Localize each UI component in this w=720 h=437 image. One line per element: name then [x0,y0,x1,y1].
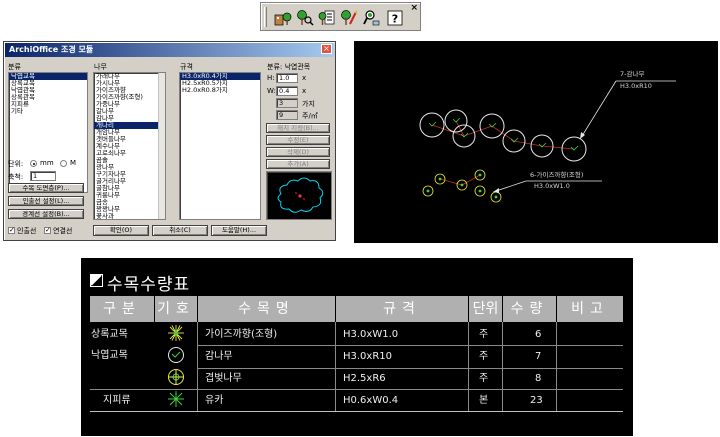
width-field[interactable]: 0.4 [276,86,298,96]
tree-layer-button[interactable]: 수목 도면층(P)... [8,183,84,193]
svg-text:?: ? [391,12,397,25]
dialog-title: ArchiOffice 조경 모듈 [5,43,334,57]
building-tree-icon[interactable] [272,7,293,28]
help-icon[interactable]: ? [384,7,405,28]
header-category: 구분 [90,296,154,322]
tree-paint-icon[interactable] [338,7,359,28]
row2-name: 감나무 [205,351,233,362]
cancel-button[interactable]: 취소(C) [152,225,208,236]
landscape-toolbar: ? × [260,2,421,31]
toolbar-close-button[interactable]: × [410,3,418,13]
tree-label: 나무 [94,63,107,71]
height-field[interactable]: 1.0 [276,73,298,83]
connector-checkbox[interactable]: ✓ [44,227,51,234]
row4-category: 지피류 [103,395,131,406]
tree-list-scrollbar[interactable] [158,73,165,219]
width-label: W: [267,87,276,95]
unit-m-radio[interactable] [60,160,67,167]
leader-label-2-name: 6-가이즈까향(조형) [530,171,584,179]
row4-spec: H0.6xW0.4 [343,395,399,406]
spec-list-item[interactable]: H2.0xR0.8가지 [180,87,260,94]
header-spec: 규격 [336,296,468,322]
leader-setting-button[interactable]: 인출선 설정(L)... [8,196,84,206]
cross-circle-icon [167,368,185,390]
scale-field[interactable]: 1 [30,171,56,181]
leader-checkbox-label: 인출선 [17,227,37,235]
symbol-preview [266,171,332,220]
dialog-close-button[interactable]: × [321,44,332,54]
archioffice-dialog: ArchiOffice 조경 모듈 × 분류 낙엽교목 상록교목 낙엽관목 상록관목 지… [3,41,336,241]
row1-spec: H3.0xW1.0 [343,329,399,340]
branch-count-field[interactable]: 3 [276,98,298,108]
header-qty: 수량 [503,296,556,322]
row2-spec: H3.0xR10 [343,351,393,362]
ok-button[interactable]: 확인(O) [93,225,149,236]
row1-category: 상록교목 [91,329,128,340]
row4-name: 유카 [205,395,224,406]
boundary-setting-button[interactable]: 경계선 설정(B)... [8,209,84,219]
leader-label-2-spec: H3.0xW1.0 [534,182,570,190]
header-unit: 단위 [469,296,502,322]
density-unit: 주/㎡ [302,112,318,120]
toolbar-grip[interactable] [264,7,267,27]
row2-category: 낙엽교목 [91,350,128,361]
height-label: H: [267,74,275,82]
title-marker-icon [90,274,103,287]
header-symbol: 기호 [155,296,197,322]
category-label: 분류 [8,63,21,71]
unit-mm-radio[interactable] [30,160,37,167]
tree-list-icon[interactable] [316,7,337,28]
delete-button[interactable]: 삭제(D) [266,147,330,157]
tree-list[interactable]: 가래나무 가시나무 가이즈까향 가이즈까향(조형) 가중나무 갈나무 감나무 개나리 개암나무 갯… [93,72,166,220]
props-category-label: 분류: 낙엽관목 [267,63,311,71]
table-title: 수목수량표 [107,275,191,295]
header-name: 수목명 [198,296,335,322]
height-unit: x [302,74,307,82]
unit-label: 단위: [8,160,24,168]
modify-button[interactable]: 수정(E) [266,135,330,145]
row2-unit: 주 [479,351,489,362]
help-button[interactable]: 도움말(H)... [211,225,267,236]
unit-mm-label: mm [40,159,54,167]
circle-tick-icon [167,346,185,368]
row1-qty: 6 [535,329,542,340]
density-field[interactable]: 9 [276,110,298,120]
spec-label: 규격 [180,63,193,71]
row3-spec: H2.5xR6 [343,373,386,384]
star-burst-icon [167,324,185,346]
row3-unit: 주 [479,373,489,384]
header-note: 비고 [557,296,623,322]
branch-count-unit: 가지 [302,100,315,108]
row2-qty: 7 [535,351,542,362]
tree-quantity-table: 수목수량표 구분 기호 수목명 규격 단위 수량 비고 상록교목 가이즈까향(조… [81,258,633,436]
cad-viewport[interactable]: 7-감나무 H3.0xR10 6-가이즈까향(조형) H3.0xW1.0 [354,41,718,243]
row4-qty: 23 [530,395,543,406]
scale-label: 축척: [8,173,24,181]
leader-label-1-spec: H3.0xR10 [620,82,652,90]
row1-name: 가이즈까향(조형) [205,329,278,340]
width-unit: x [302,87,307,95]
row4-unit: 본 [479,395,489,406]
row3-name: 겹벚나무 [205,373,242,384]
add-button[interactable]: 추가(A) [266,159,330,169]
unit-m-label: M [70,159,77,167]
category-list-item[interactable]: 기타 [9,108,87,115]
leader-label-1-name: 7-감나무 [620,70,645,78]
hatch-setting-button[interactable]: 해치 지정(B)... [266,123,330,133]
tree-magnify-icon[interactable] [360,7,381,28]
row1-unit: 주 [479,329,489,340]
asterisk-icon [167,390,185,412]
row3-qty: 8 [535,373,542,384]
leader-checkbox[interactable]: ✓ [8,227,15,234]
cad-drawing [419,80,676,203]
tree-search-icon[interactable] [294,7,315,28]
connector-checkbox-label: 연결선 [53,227,73,235]
spec-list[interactable]: H3.0xR0.4가지 H2.5xR0.5가지 H2.0xR0.8가지 [179,72,261,220]
